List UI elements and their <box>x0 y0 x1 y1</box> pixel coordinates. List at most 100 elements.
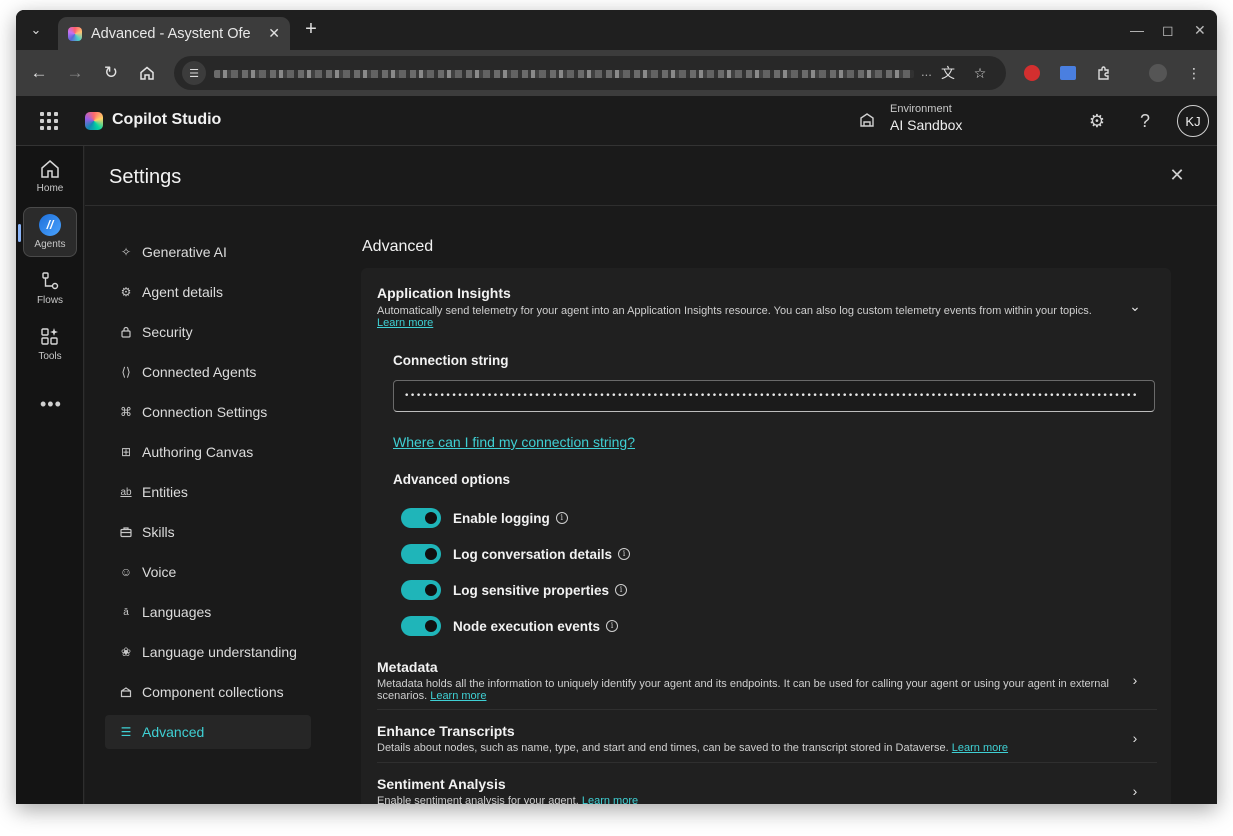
learn-more-link[interactable]: Learn more <box>952 742 1008 754</box>
environment-value[interactable]: AI Sandbox <box>890 117 962 133</box>
app-launcher-icon[interactable] <box>40 112 58 130</box>
advanced-options-label: Advanced options <box>393 472 511 487</box>
app-insights-title[interactable]: Application Insights <box>377 285 511 301</box>
rail-label-home: Home <box>36 183 64 194</box>
extension-red-icon[interactable] <box>1020 61 1044 85</box>
nav-item-component-collections[interactable]: Component collections <box>105 675 311 709</box>
profile-icon[interactable] <box>1146 61 1170 85</box>
sentiment-title[interactable]: Sentiment Analysis <box>377 776 506 792</box>
nav-item-authoring-canvas[interactable]: ⊞ Authoring Canvas <box>105 435 311 469</box>
transcripts-desc: Details about nodes, such as name, type,… <box>377 742 1009 754</box>
nav-item-voice[interactable]: ☺ Voice <box>105 555 311 589</box>
minimize-icon[interactable]: — <box>1130 22 1144 38</box>
nav-label: Language understanding <box>142 644 297 660</box>
tab-search-chevron-icon[interactable]: ⌄ <box>24 18 48 42</box>
learn-more-link[interactable]: Learn more <box>430 690 486 702</box>
rail-label-flows: Flows <box>36 295 64 306</box>
log-sensitive-toggle[interactable] <box>401 580 441 600</box>
address-bar[interactable]: ☰ ... 文 ☆ <box>174 56 1006 90</box>
tools-icon <box>41 328 58 345</box>
tab-close-icon[interactable]: ✕ <box>268 25 280 42</box>
home-icon[interactable] <box>135 61 159 85</box>
brain-icon: ❀ <box>120 645 132 659</box>
nav-label: Authoring Canvas <box>142 444 254 460</box>
site-settings-icon[interactable]: ☰ <box>182 61 206 85</box>
nav-item-security[interactable]: Security <box>105 315 311 349</box>
extension-translate-icon[interactable] <box>1056 61 1080 85</box>
box-icon <box>119 685 133 699</box>
agents-icon: // <box>39 214 61 236</box>
nav-item-advanced[interactable]: ☰ Advanced <box>105 715 311 749</box>
back-arrow-icon[interactable]: ← <box>27 61 51 85</box>
flows-icon <box>42 272 59 290</box>
nav-item-entities[interactable]: ab Entities <box>105 475 311 509</box>
sentiment-desc: Enable sentiment analysis for your agent… <box>377 795 1117 804</box>
browser-menu-icon[interactable]: ⋮ <box>1182 61 1206 85</box>
window-close-icon[interactable]: ✕ <box>1194 22 1206 39</box>
network-icon: ⌘ <box>120 405 132 419</box>
enable-logging-toggle[interactable] <box>401 508 441 528</box>
info-icon[interactable]: i <box>606 620 619 632</box>
chevron-right-icon[interactable]: › <box>1127 783 1143 799</box>
metadata-desc: Metadata holds all the information to un… <box>377 678 1109 702</box>
settings-gear-icon[interactable]: ⚙ <box>1085 109 1109 133</box>
toggle-label: Enable logging <box>453 510 550 526</box>
log-conversation-toggle[interactable] <box>401 544 441 564</box>
nav-item-languages[interactable]: ā Languages <box>105 595 311 629</box>
abc-icon: ab <box>120 486 132 498</box>
info-icon[interactable]: i <box>555 512 568 524</box>
gear-icon: ⚙ <box>120 285 132 299</box>
nav-label: Security <box>142 324 193 340</box>
divider <box>377 762 1157 763</box>
node-execution-toggle[interactable] <box>401 616 441 636</box>
learn-more-link[interactable]: Learn more <box>582 795 638 804</box>
nav-label: Languages <box>142 604 212 620</box>
bookmark-star-icon[interactable]: ☆ <box>970 63 990 83</box>
metadata-title[interactable]: Metadata <box>377 659 438 675</box>
browser-tab[interactable]: Advanced - Asystent Ofe ✕ <box>58 17 290 50</box>
environment-icon[interactable] <box>857 111 877 131</box>
chevron-down-icon[interactable]: ⌄ <box>1127 298 1143 314</box>
rail-item-tools[interactable]: Tools <box>23 320 77 370</box>
chevron-right-icon[interactable]: › <box>1127 672 1143 688</box>
nav-label: Voice <box>142 564 177 580</box>
reload-icon[interactable]: ↻ <box>99 61 123 85</box>
voice-icon: ☺ <box>119 565 133 579</box>
toggle-row-enable-logging: Enable logging i <box>401 508 568 528</box>
close-icon[interactable]: ✕ <box>1168 166 1186 184</box>
maximize-icon[interactable]: ◻ <box>1162 22 1174 39</box>
transcripts-title[interactable]: Enhance Transcripts <box>377 723 515 739</box>
toggle-row-log-sensitive: Log sensitive properties i <box>401 580 628 600</box>
translate-icon: ā <box>123 606 129 618</box>
new-tab-button[interactable]: + <box>300 19 322 41</box>
nav-label: Component collections <box>142 684 284 700</box>
learn-more-link[interactable]: Learn more <box>377 317 433 329</box>
nav-item-connected-agents[interactable]: ⟨⟩ Connected Agents <box>105 355 311 389</box>
translate-icon[interactable]: 文 <box>938 63 958 83</box>
copilot-studio-logo <box>85 112 103 130</box>
rail-item-agents[interactable]: // Agents <box>23 207 77 257</box>
nav-item-agent-details[interactable]: ⚙ Agent details <box>105 275 311 309</box>
forward-arrow-icon[interactable]: → <box>63 61 87 85</box>
nav-item-skills[interactable]: Skills <box>105 515 311 549</box>
rail-item-flows[interactable]: Flows <box>23 264 77 314</box>
chevron-right-icon[interactable]: › <box>1127 730 1143 746</box>
nav-item-generative-ai[interactable]: ✧ Generative AI <box>105 235 311 269</box>
more-icon[interactable]: ••• <box>40 394 62 415</box>
section-title: Advanced <box>362 238 434 255</box>
avatar[interactable]: KJ <box>1177 105 1209 137</box>
nav-label: Agent details <box>142 284 223 300</box>
browser-toolbar: ← → ↻ ☰ ... 文 ☆ ⋮ <box>16 50 1217 96</box>
app-name[interactable]: Copilot Studio <box>112 111 221 129</box>
info-icon[interactable]: i <box>618 548 631 560</box>
nav-item-language-understanding[interactable]: ❀ Language understanding <box>105 635 311 669</box>
page-title: Settings <box>109 166 182 188</box>
extensions-puzzle-icon[interactable] <box>1092 61 1116 85</box>
connection-help-link[interactable]: Where can I find my connection string? <box>393 434 635 450</box>
tab-title: Advanced - Asystent Ofe <box>91 25 251 42</box>
help-icon[interactable]: ? <box>1133 109 1157 133</box>
info-icon[interactable]: i <box>615 584 628 596</box>
nav-item-connection-settings[interactable]: ⌘ Connection Settings <box>105 395 311 429</box>
connection-string-input[interactable]: ••••••••••••••••••••••••••••••••••••••••… <box>393 380 1155 412</box>
rail-item-home[interactable]: Home <box>23 152 77 202</box>
